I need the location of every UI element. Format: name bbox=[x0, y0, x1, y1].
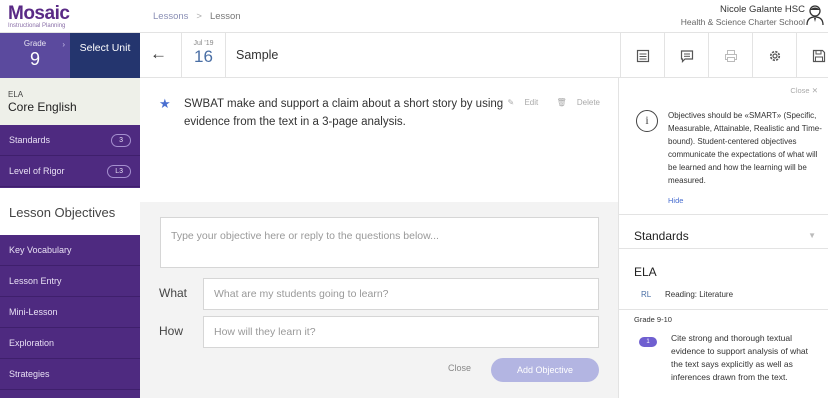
template-button[interactable] bbox=[620, 33, 664, 78]
grade-range: Grade 9-10 bbox=[634, 315, 672, 324]
strand-code: RL bbox=[641, 290, 652, 299]
date-month: Jul '19 bbox=[193, 40, 214, 47]
sidebar-item-label: Lesson Entry bbox=[9, 276, 62, 286]
grade-selector[interactable]: Grade 9 › bbox=[0, 33, 70, 78]
hide-tip-link[interactable]: Hide bbox=[668, 196, 683, 205]
sidebar-item-lesson-objectives[interactable]: Lesson Objectives bbox=[0, 188, 140, 235]
what-input[interactable] bbox=[203, 278, 599, 310]
strand-name: Reading: Literature bbox=[665, 290, 734, 299]
close-form-button[interactable]: Close bbox=[448, 363, 471, 373]
chevron-down-icon[interactable]: ▼ bbox=[808, 231, 816, 240]
how-label: How bbox=[159, 324, 184, 338]
sidebar-item-strategies[interactable]: Strategies bbox=[0, 359, 140, 390]
add-objective-button[interactable]: Add Objective bbox=[491, 358, 599, 382]
what-label: What bbox=[159, 286, 188, 300]
delete-button[interactable]: 🗑︎ Delete bbox=[548, 98, 600, 107]
main-content: ★ SWBAT make and support a claim about a… bbox=[140, 78, 618, 398]
print-button[interactable] bbox=[708, 33, 752, 78]
panel-close-label: Close bbox=[790, 86, 810, 95]
info-icon: i bbox=[636, 110, 658, 132]
objective-actions: ✎ Edit 🗑︎ Delete bbox=[492, 98, 600, 107]
count-badge: 3 bbox=[111, 133, 131, 147]
settings-icon bbox=[769, 50, 780, 61]
sidebar-bottom-list: Key Vocabulary Lesson Entry Mini-Lesson … bbox=[0, 235, 140, 398]
breadcrumb-current: Lesson bbox=[209, 11, 241, 22]
save-button[interactable] bbox=[796, 33, 828, 78]
settings-button[interactable] bbox=[752, 33, 796, 78]
sidebar-item-exploration[interactable]: Exploration bbox=[0, 328, 140, 359]
lesson-date[interactable]: Jul '19 16 bbox=[181, 33, 226, 78]
sidebar-item-lesson-entry[interactable]: Lesson Entry bbox=[0, 266, 140, 297]
top-bar: Mosaic Instructional Planning Lessons > Le… bbox=[0, 0, 828, 33]
sidebar-item-mini-lesson[interactable]: Mini-Lesson bbox=[0, 297, 140, 328]
panel-divider bbox=[619, 309, 828, 310]
template-icon bbox=[636, 49, 649, 62]
grade-label: Grade bbox=[23, 39, 47, 48]
date-day: 16 bbox=[194, 47, 213, 66]
logo-text: Mosaic bbox=[8, 3, 70, 24]
close-icon: ✕ bbox=[811, 86, 818, 95]
course-name: Core English bbox=[8, 100, 77, 114]
objective-input[interactable] bbox=[160, 217, 599, 268]
sidebar-item-label: Level of Rigor bbox=[9, 166, 65, 176]
user-name: Nicole Galante HSC bbox=[719, 4, 805, 15]
pencil-icon: ✎ bbox=[507, 98, 515, 107]
trash-icon: 🗑︎ bbox=[556, 98, 567, 107]
back-arrow-icon[interactable]: ← bbox=[150, 44, 167, 64]
comment-icon bbox=[680, 49, 693, 63]
sidebar-top-list: Standards 3 Level of Rigor L3 bbox=[0, 125, 140, 188]
save-icon bbox=[812, 49, 825, 62]
sidebar-item-key-vocabulary[interactable]: Key Vocabulary bbox=[0, 235, 140, 266]
standards-heading[interactable]: Standards bbox=[634, 229, 689, 243]
select-unit-button[interactable]: Select Unit bbox=[70, 33, 140, 78]
comment-button[interactable] bbox=[664, 33, 708, 78]
how-input[interactable] bbox=[203, 316, 599, 348]
sidebar-item-label: Mini-Lesson bbox=[9, 307, 58, 317]
breadcrumb-lessons-link[interactable]: Lessons bbox=[153, 11, 188, 22]
info-panel: Close ✕ i Objectives should be «SMART» (… bbox=[618, 78, 828, 398]
standards-subject: ELA bbox=[634, 265, 657, 279]
user-info[interactable]: Nicole Galante HSC Health & Science Char… bbox=[681, 4, 805, 29]
sidebar-item-level-of-rigor[interactable]: Level of Rigor L3 bbox=[0, 156, 140, 187]
sidebar-item-label: Key Vocabulary bbox=[9, 245, 72, 255]
objective-item: ★ SWBAT make and support a claim about a… bbox=[140, 78, 618, 202]
course-header: ELA Core English bbox=[0, 78, 140, 125]
grade-value: 9 bbox=[29, 49, 40, 69]
sidebar-item-label: Strategies bbox=[9, 369, 50, 379]
lesson-toolbar: ← Jul '19 16 Sample bbox=[140, 33, 828, 78]
user-avatar-icon[interactable] bbox=[805, 4, 825, 26]
star-icon[interactable]: ★ bbox=[159, 96, 171, 112]
sidebar-item-label: Exploration bbox=[9, 338, 55, 348]
breadcrumb: Lessons > Lesson bbox=[153, 11, 241, 22]
objective-text: SWBAT make and support a claim about a s… bbox=[184, 98, 504, 128]
smart-tip-text: Objectives should be «SMART» (Specific, … bbox=[668, 111, 822, 185]
panel-divider bbox=[619, 248, 828, 249]
standard-number-badge: 1 bbox=[639, 337, 657, 347]
sidebar: Grade 9 › Select Unit ELA Core English S… bbox=[0, 33, 140, 398]
print-icon bbox=[724, 49, 737, 62]
objective-form: What How Close Add Objective bbox=[140, 202, 618, 398]
panel-divider bbox=[619, 214, 828, 215]
delete-label: Delete bbox=[576, 98, 600, 107]
standard-text: Cite strong and thorough textual evidenc… bbox=[671, 333, 809, 382]
logo-subtitle: Instructional Planning bbox=[8, 23, 66, 29]
panel-close-button[interactable]: Close ✕ bbox=[790, 86, 818, 95]
user-school: Health & Science Charter School bbox=[680, 17, 805, 27]
sidebar-item-standards[interactable]: Standards 3 bbox=[0, 125, 140, 156]
edit-label: Edit bbox=[524, 98, 539, 107]
mosaic-logo[interactable]: Mosaic Instructional Planning bbox=[8, 3, 70, 30]
chevron-right-icon: › bbox=[62, 40, 65, 49]
breadcrumb-separator: > bbox=[196, 11, 202, 22]
sidebar-item-label: Standards bbox=[9, 135, 51, 145]
edit-button[interactable]: ✎ Edit bbox=[500, 98, 539, 107]
lesson-title: Sample bbox=[236, 48, 279, 62]
course-subject: ELA bbox=[8, 90, 24, 99]
level-badge: L3 bbox=[107, 164, 131, 178]
